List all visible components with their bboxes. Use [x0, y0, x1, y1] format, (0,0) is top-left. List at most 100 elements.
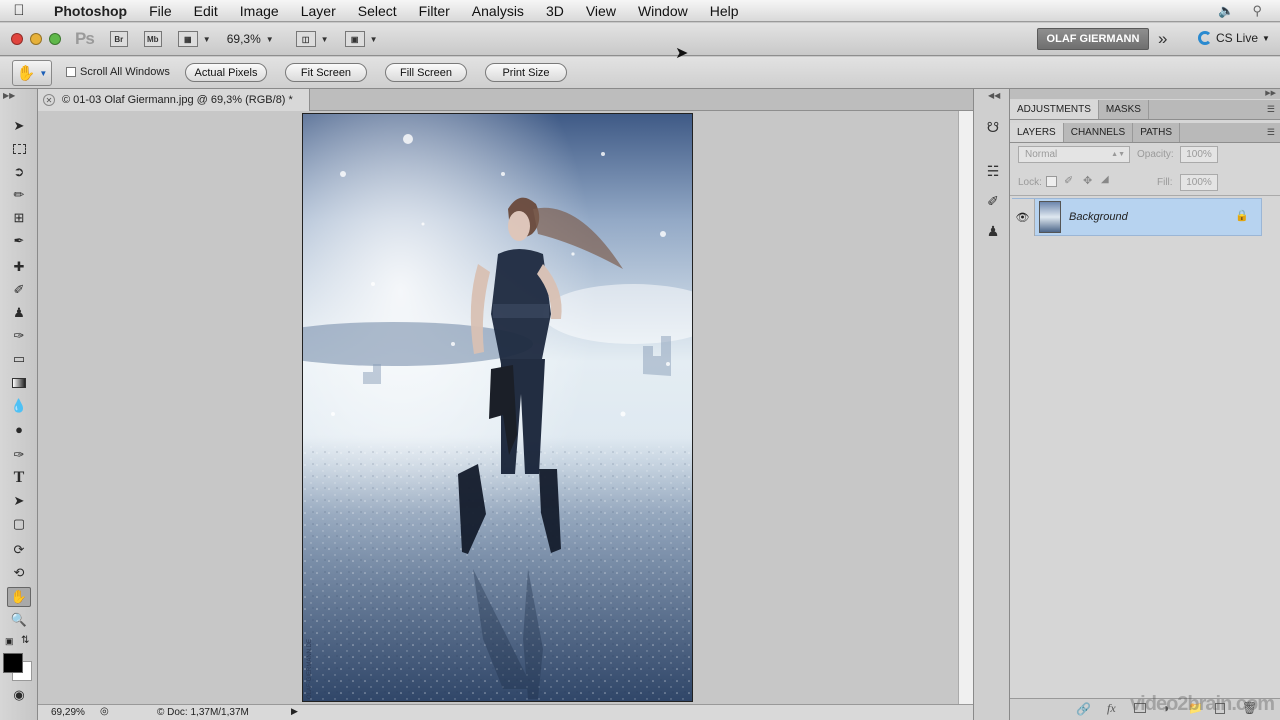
checkbox-box	[66, 67, 76, 77]
menu-help[interactable]: Help	[699, 3, 750, 19]
default-colors-icon[interactable]: ▣	[5, 636, 14, 647]
spotlight-search-icon[interactable]: ⚲	[1252, 3, 1262, 19]
vertical-scrollbar[interactable]	[958, 111, 973, 704]
lock-all-icon[interactable]: ◢	[1101, 174, 1109, 185]
fill-screen-button[interactable]: Fill Screen	[385, 63, 467, 82]
type-tool-icon[interactable]: T	[7, 468, 31, 488]
workspace-button[interactable]: OLAF GIERMANN	[1037, 28, 1149, 50]
eyedropper-tool-icon[interactable]: ✒	[7, 231, 31, 251]
dodge-tool-icon[interactable]: ●	[7, 419, 31, 439]
visibility-eye-icon[interactable]: 👁	[1011, 199, 1035, 236]
panel-menu-icon[interactable]: ☰	[1267, 123, 1280, 142]
hand-tool-icon[interactable]: ✋	[7, 587, 31, 607]
link-layers-icon[interactable]: 🔗	[1076, 702, 1091, 716]
fit-screen-button[interactable]: Fit Screen	[285, 63, 367, 82]
zoom-status[interactable]: 69,29%	[51, 707, 85, 718]
cs-live-icon	[1198, 31, 1212, 45]
move-tool-icon[interactable]: ➤	[7, 116, 31, 136]
blend-mode-select[interactable]: Normal ▲▼	[1018, 146, 1130, 163]
3d-rotate-tool-icon[interactable]: ⟳	[7, 540, 31, 560]
menu-layer[interactable]: Layer	[290, 3, 347, 19]
menu-image[interactable]: Image	[229, 3, 290, 19]
crop-tool-icon[interactable]: ⊞	[7, 208, 31, 228]
tab-layers[interactable]: LAYERS	[1010, 123, 1064, 142]
layer-style-icon[interactable]: fx	[1107, 701, 1116, 716]
opacity-field[interactable]: 100%	[1180, 146, 1218, 163]
collapse-tools-icon[interactable]: ▶▶	[3, 91, 15, 100]
foreground-color-swatch[interactable]	[3, 653, 23, 673]
close-document-icon[interactable]: ✕	[43, 94, 55, 106]
tool-preset-picker[interactable]: ✋ ▼	[12, 60, 52, 86]
chevron-down-icon[interactable]: ▼	[266, 35, 274, 44]
path-selection-tool-icon[interactable]: ➤	[7, 491, 31, 511]
launch-bridge-button[interactable]: Br	[109, 31, 128, 47]
cs-live-button[interactable]: CS Live ▼	[1198, 31, 1270, 45]
brush-panel-icon[interactable]: ✐	[983, 191, 1003, 211]
menu-view[interactable]: View	[575, 3, 627, 19]
tab-masks[interactable]: MASKS	[1099, 100, 1149, 119]
lock-pixels-icon[interactable]: ✐	[1064, 174, 1073, 187]
menu-edit[interactable]: Edit	[183, 3, 229, 19]
chevron-down-icon[interactable]: ▼	[370, 35, 378, 44]
expand-workspaces-icon[interactable]: »	[1158, 29, 1167, 49]
fill-field[interactable]: 100%	[1180, 174, 1218, 191]
actual-pixels-button[interactable]: Actual Pixels	[185, 63, 267, 82]
lasso-tool-icon[interactable]: ➲	[7, 162, 31, 182]
swap-colors-icon[interactable]: ⇅	[21, 635, 29, 646]
history-brush-tool-icon[interactable]: ✑	[7, 326, 31, 346]
tab-paths[interactable]: PATHS	[1133, 123, 1181, 142]
status-menu-arrow-icon[interactable]: ▶	[291, 706, 298, 717]
clone-stamp-tool-icon[interactable]: ♟	[7, 303, 31, 323]
chevron-down-icon[interactable]: ▼	[321, 35, 329, 44]
zoom-tool-icon[interactable]: 🔍	[7, 610, 31, 630]
status-options-icon[interactable]: ◎	[100, 706, 109, 717]
menu-file[interactable]: File	[138, 3, 183, 19]
brush-tool-icon[interactable]: ✐	[7, 280, 31, 300]
apple-menu-icon[interactable]: 	[0, 2, 38, 19]
collapse-dock-icon[interactable]: ▶▶	[1265, 89, 1276, 97]
marquee-tool-icon[interactable]	[7, 139, 31, 159]
mouse-cursor-icon: ➤	[675, 45, 689, 62]
layer-row-background[interactable]: 👁 Background 🔒	[1011, 198, 1262, 236]
close-window-button[interactable]	[11, 33, 23, 45]
scroll-all-windows-checkbox[interactable]: Scroll All Windows	[66, 66, 170, 78]
menu-filter[interactable]: Filter	[408, 3, 461, 19]
adjustments-tab-group: ADJUSTMENTS MASKS ☰	[1010, 100, 1280, 120]
minimize-window-button[interactable]	[30, 33, 42, 45]
blur-tool-icon[interactable]: 💧	[7, 396, 31, 416]
view-extras-icon[interactable]: ▦	[177, 31, 198, 47]
layer-name[interactable]: Background	[1069, 211, 1128, 223]
chevron-down-icon[interactable]: ▼	[203, 35, 211, 44]
tab-adjustments[interactable]: ADJUSTMENTS	[1010, 100, 1099, 119]
lock-position-icon[interactable]: ✥	[1083, 174, 1092, 187]
panel-menu-icon[interactable]: ☰	[1267, 100, 1280, 119]
screen-mode-icon[interactable]: ▣	[344, 31, 365, 47]
tool-presets-panel-icon[interactable]: ☵	[983, 161, 1003, 181]
rectangle-tool-icon[interactable]: ▢	[7, 514, 31, 534]
tab-channels[interactable]: CHANNELS	[1064, 123, 1134, 142]
launch-mini-bridge-button[interactable]: Mb	[143, 31, 162, 47]
print-size-button[interactable]: Print Size	[485, 63, 567, 82]
document-tab[interactable]: ✕ © 01-03 Olaf Giermann.jpg @ 69,3% (RGB…	[38, 89, 310, 111]
eraser-tool-icon[interactable]: ▭	[7, 349, 31, 369]
expand-panels-icon[interactable]: ◀◀	[988, 91, 1000, 100]
app-menu[interactable]: Photoshop	[38, 3, 138, 19]
history-panel-icon[interactable]: ☋	[983, 117, 1003, 137]
gradient-tool-icon[interactable]	[7, 373, 31, 393]
arrange-documents-icon[interactable]: ◫	[295, 31, 316, 47]
healing-brush-tool-icon[interactable]: ✚	[7, 257, 31, 277]
lock-transparent-icon[interactable]	[1046, 176, 1057, 187]
document-image[interactable]: OLAF-GIERMANN.DE	[302, 113, 693, 702]
clone-source-panel-icon[interactable]: ♟	[983, 221, 1003, 241]
menu-window[interactable]: Window	[627, 3, 699, 19]
menu-select[interactable]: Select	[347, 3, 408, 19]
zoom-window-button[interactable]	[49, 33, 61, 45]
quick-mask-icon[interactable]: ◉	[7, 685, 31, 705]
menu-analysis[interactable]: Analysis	[461, 3, 535, 19]
volume-icon[interactable]: 🔈	[1218, 3, 1234, 19]
3d-orbit-tool-icon[interactable]: ⟲	[7, 563, 31, 583]
zoom-level[interactable]: 69,3%	[227, 32, 261, 46]
quick-selection-tool-icon[interactable]: ✏	[7, 185, 31, 205]
menu-3d[interactable]: 3D	[535, 3, 575, 19]
pen-tool-icon[interactable]: ✑	[7, 445, 31, 465]
